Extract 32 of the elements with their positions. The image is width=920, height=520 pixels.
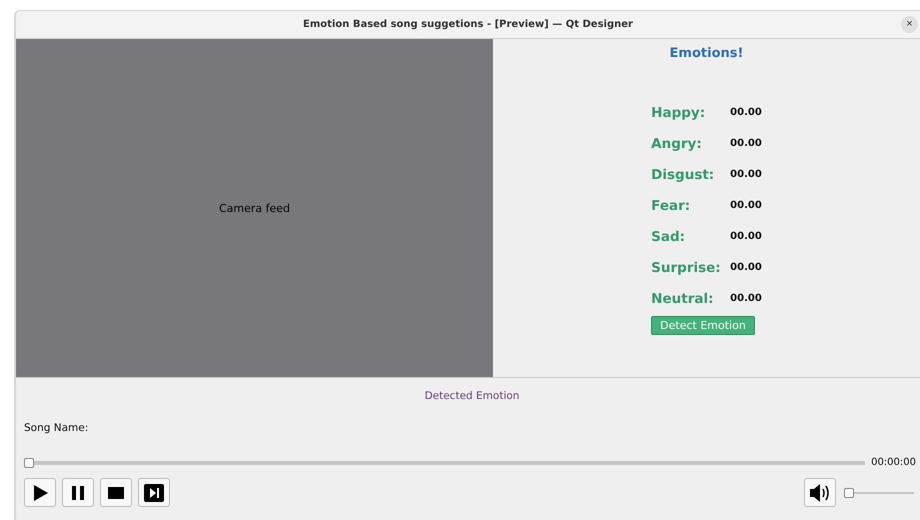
volume-slider-handle[interactable]: [844, 488, 854, 498]
camera-feed-label: Camera feed: [218, 202, 290, 214]
seek-slider-handle[interactable]: [24, 458, 34, 468]
emotion-label: Fear:: [651, 198, 692, 214]
pause-button[interactable]: [62, 478, 94, 507]
emotion-value: 00.00: [730, 169, 762, 180]
emotion-value: 00.00: [730, 138, 762, 149]
next-button[interactable]: [138, 478, 170, 507]
emotion-value: 00.00: [730, 262, 762, 273]
emotion-value: 00.00: [730, 231, 762, 242]
skip-next-icon: [144, 482, 164, 502]
detected-emotion-label: Detected Emotion: [424, 390, 520, 402]
speaker-icon: [809, 482, 831, 502]
emotion-label: Disgust:: [651, 166, 716, 182]
emotion-label: Surprise:: [651, 260, 722, 276]
pause-icon: [69, 484, 87, 502]
window-title: Emotion Based song suggetions - [Preview] — Qt Designer: [303, 19, 633, 30]
emotion-value: 00.00: [730, 200, 762, 211]
close-button[interactable]: ×: [901, 16, 918, 33]
emotion-label: Angry:: [651, 136, 703, 152]
emotions-heading: Emotions!: [670, 46, 744, 61]
emotion-value: 00.00: [730, 107, 762, 118]
play-button[interactable]: [24, 478, 56, 507]
play-icon: [31, 484, 49, 502]
emotion-label: Sad:: [651, 228, 686, 244]
stop-button[interactable]: [100, 478, 132, 507]
time-label: 00:00:00: [871, 457, 916, 468]
emotion-label: Happy:: [651, 104, 706, 120]
emotion-label: Neutral:: [651, 290, 714, 306]
volume-button[interactable]: [804, 478, 836, 507]
song-name-label: Song Name:: [24, 422, 90, 434]
emotion-value: 00.00: [730, 293, 762, 304]
